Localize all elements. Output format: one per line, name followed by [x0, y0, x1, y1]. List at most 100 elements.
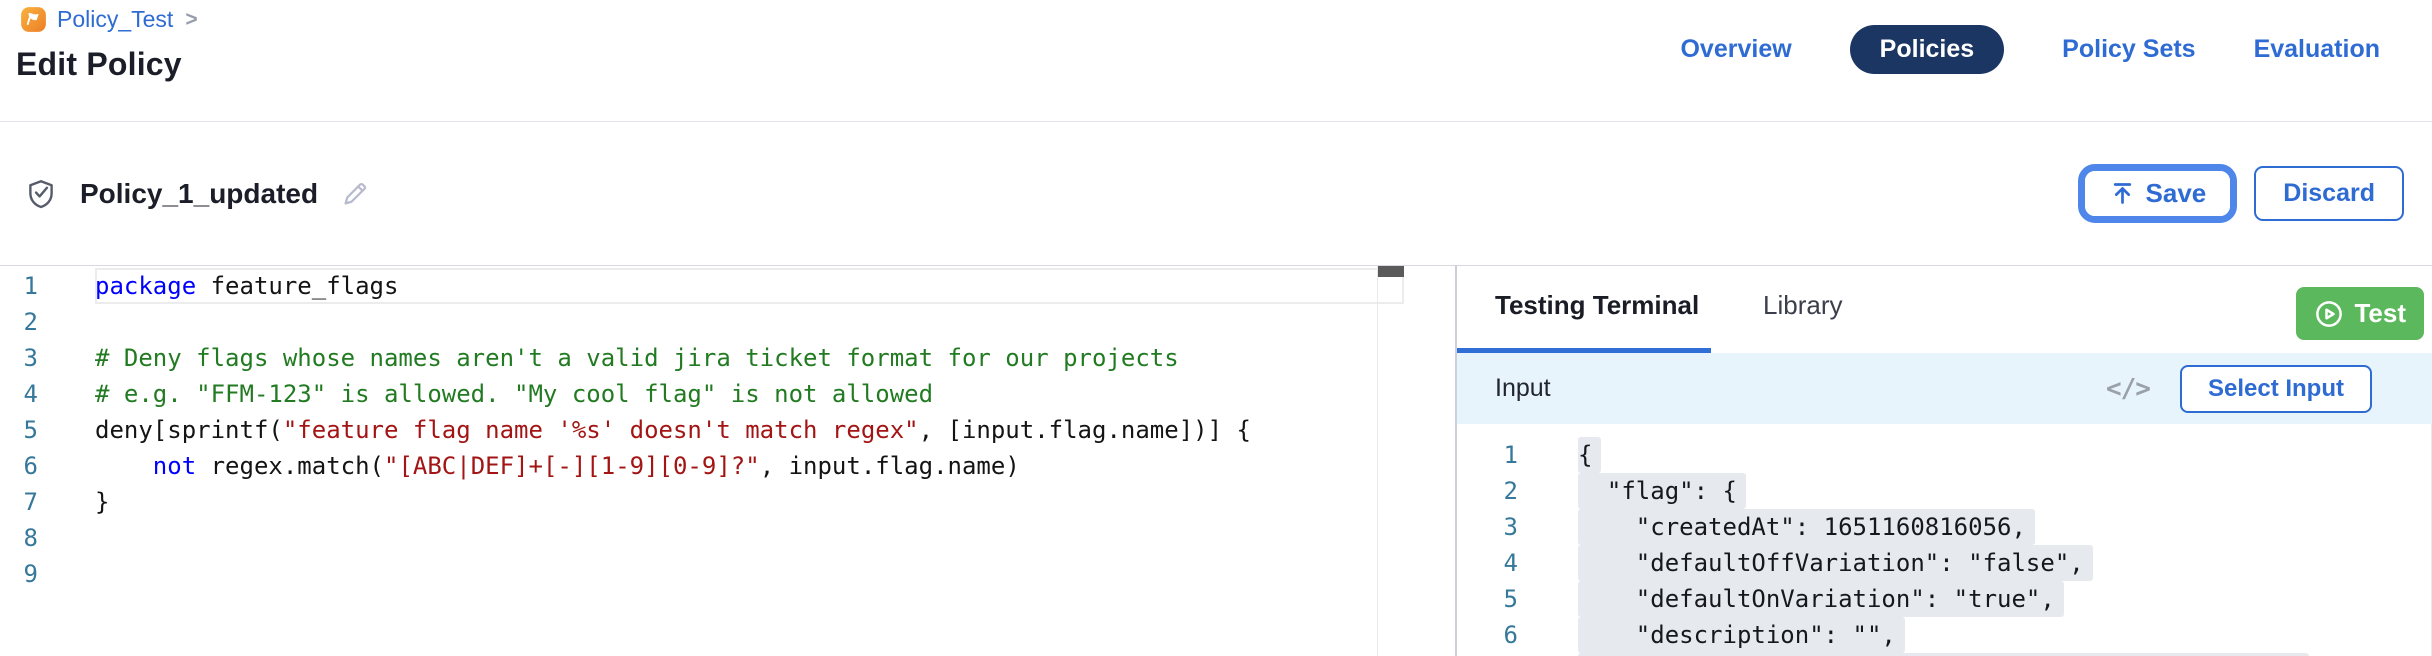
code-line[interactable]: 1package feature_flags	[0, 268, 1404, 304]
code-line-content: deny[sprintf("feature flag name '%s' doe…	[95, 412, 1404, 448]
breadcrumb-chevron-icon: >	[183, 8, 197, 32]
json-line[interactable]: 1{	[1457, 437, 2431, 473]
editor-scrollbar-track	[1377, 266, 1378, 656]
code-token: deny[sprintf(	[95, 416, 283, 444]
code-line-content: }	[95, 484, 1404, 520]
json-line[interactable]: 4 "defaultOffVariation": "false",	[1457, 545, 2431, 581]
json-highlighted-text: "description": "",	[1578, 617, 1905, 653]
line-number: 2	[1457, 473, 1578, 509]
line-number: 4	[0, 376, 95, 412]
json-line-content: "defaultOffVariation": "false",	[1578, 545, 2431, 581]
json-line[interactable]: 2 "flag": {	[1457, 473, 2431, 509]
code-line-content	[95, 520, 1404, 556]
json-line-content: "createdAt": 1651160816056,	[1578, 509, 2431, 545]
code-line[interactable]: 8	[0, 520, 1404, 556]
json-line-content: "flag": {	[1578, 473, 2431, 509]
nav-item-policies[interactable]: Policies	[1850, 25, 2005, 74]
line-number: 8	[0, 520, 95, 556]
discard-button[interactable]: Discard	[2254, 166, 2404, 221]
json-highlighted-text: "createdAt": 1651160816056,	[1578, 509, 2035, 545]
code-token: "[ABC|DEF]+[-][1-9][0-9]?"	[384, 452, 760, 480]
nav-item-overview[interactable]: Overview	[1680, 35, 1791, 64]
page-title: Edit Policy	[16, 46, 182, 83]
json-line[interactable]: 3 "createdAt": 1651160816056,	[1457, 509, 2431, 545]
code-token: # e.g. "FFM-123" is allowed. "My cool fl…	[95, 380, 933, 408]
code-token: , [input.flag.name])] {	[919, 416, 1251, 444]
line-number: 5	[1457, 581, 1578, 617]
line-number: 3	[0, 340, 95, 376]
code-line-content	[95, 556, 1404, 592]
line-number: 6	[0, 448, 95, 484]
test-button[interactable]: Test	[2296, 287, 2424, 340]
terminal-tabs: Testing Terminal Library Test	[1457, 266, 2432, 353]
code-token: "feature flag name '%s' doesn't match re…	[283, 416, 919, 444]
testing-terminal-panel: Testing Terminal Library Test Input </> …	[1457, 266, 2432, 656]
code-token	[95, 452, 153, 480]
json-highlighted-text: "flag": {	[1578, 473, 1746, 509]
json-highlighted-text: "defaultOffVariation": "false",	[1578, 545, 2093, 581]
code-line-content: # e.g. "FFM-123" is allowed. "My cool fl…	[95, 376, 1404, 412]
code-line[interactable]: 9	[0, 556, 1404, 592]
code-token: package	[95, 272, 196, 300]
code-line[interactable]: 5deny[sprintf("feature flag name '%s' do…	[0, 412, 1404, 448]
test-button-label: Test	[2354, 298, 2406, 329]
input-label: Input	[1495, 374, 1551, 403]
line-number: 6	[1457, 617, 1578, 653]
code-line[interactable]: 7}	[0, 484, 1404, 520]
page-header: Policy_Test > Edit Policy Overview Polic…	[0, 0, 2432, 122]
line-number: 1	[1457, 437, 1578, 473]
policy-name: Policy_1_updated	[80, 178, 318, 210]
json-line[interactable]: 5 "defaultOnVariation": "true",	[1457, 581, 2431, 617]
json-highlighted-text: "defaultOnVariation": "true",	[1578, 581, 2064, 617]
code-line[interactable]: 2	[0, 304, 1404, 340]
feature-flags-app-icon	[20, 6, 47, 33]
save-button[interactable]: Save	[2085, 171, 2231, 216]
code-token: # Deny flags whose names aren't a valid …	[95, 344, 1179, 372]
json-line-content: "description": "",	[1578, 617, 2431, 653]
code-brackets-icon[interactable]: </>	[2106, 374, 2150, 404]
json-line-content: "defaultOnVariation": "true",	[1578, 581, 2431, 617]
line-number: 4	[1457, 545, 1578, 581]
code-line-content	[95, 304, 1404, 340]
save-button-focus-ring: Save	[2078, 164, 2238, 223]
editor-scrollbar-thumb[interactable]	[1378, 266, 1404, 277]
nav-item-evaluation[interactable]: Evaluation	[2254, 35, 2380, 64]
shield-check-icon	[24, 177, 58, 211]
tab-testing-terminal[interactable]: Testing Terminal	[1495, 290, 1699, 321]
line-number: 3	[1457, 509, 1578, 545]
code-token: not	[153, 452, 196, 480]
module-nav: Overview Policies Policy Sets Evaluation	[1680, 24, 2380, 74]
code-token: }	[95, 488, 109, 516]
select-input-button[interactable]: Select Input	[2180, 365, 2372, 413]
line-number: 7	[0, 484, 95, 520]
save-button-label: Save	[2146, 178, 2207, 209]
code-line[interactable]: 4# e.g. "FFM-123" is allowed. "My cool f…	[0, 376, 1404, 412]
code-line-content: not regex.match("[ABC|DEF]+[-][1-9][0-9]…	[95, 448, 1404, 484]
json-line-content: {	[1578, 437, 2431, 473]
rego-code-editor[interactable]: 1package feature_flags23# Deny flags who…	[0, 266, 1404, 656]
code-line-content: # Deny flags whose names aren't a valid …	[95, 340, 1404, 376]
code-line[interactable]: 6 not regex.match("[ABC|DEF]+[-][1-9][0-…	[0, 448, 1404, 484]
policy-identity: Policy_1_updated	[24, 122, 370, 265]
breadcrumb: Policy_Test >	[20, 6, 198, 33]
breadcrumb-project-link[interactable]: Policy_Test	[57, 6, 173, 33]
line-number: 5	[0, 412, 95, 448]
json-highlighted-text: {	[1578, 437, 1601, 473]
input-json-lines: 1{2 "flag": {3 "createdAt": 165116081605…	[1457, 437, 2431, 656]
tab-library[interactable]: Library	[1763, 290, 1842, 321]
rego-code-lines: 1package feature_flags23# Deny flags who…	[0, 268, 1404, 592]
code-line[interactable]: 3# Deny flags whose names aren't a valid…	[0, 340, 1404, 376]
play-circle-icon	[2314, 299, 2344, 329]
code-line-content: package feature_flags	[95, 268, 1404, 304]
edit-name-pencil-icon[interactable]	[340, 179, 370, 209]
code-token: feature_flags	[196, 272, 398, 300]
input-json-editor[interactable]: 1{2 "flag": {3 "createdAt": 165116081605…	[1457, 424, 2432, 656]
toolbar-actions: Save Discard	[2078, 122, 2404, 265]
json-line[interactable]: 6 "description": "",	[1457, 617, 2431, 653]
line-number: 2	[0, 304, 95, 340]
input-header-bar: Input </> Select Input	[1457, 353, 2432, 424]
nav-item-policy-sets[interactable]: Policy Sets	[2062, 35, 2195, 64]
line-number: 9	[0, 556, 95, 592]
upload-arrow-icon	[2109, 180, 2136, 207]
code-token: , input.flag.name)	[760, 452, 1020, 480]
